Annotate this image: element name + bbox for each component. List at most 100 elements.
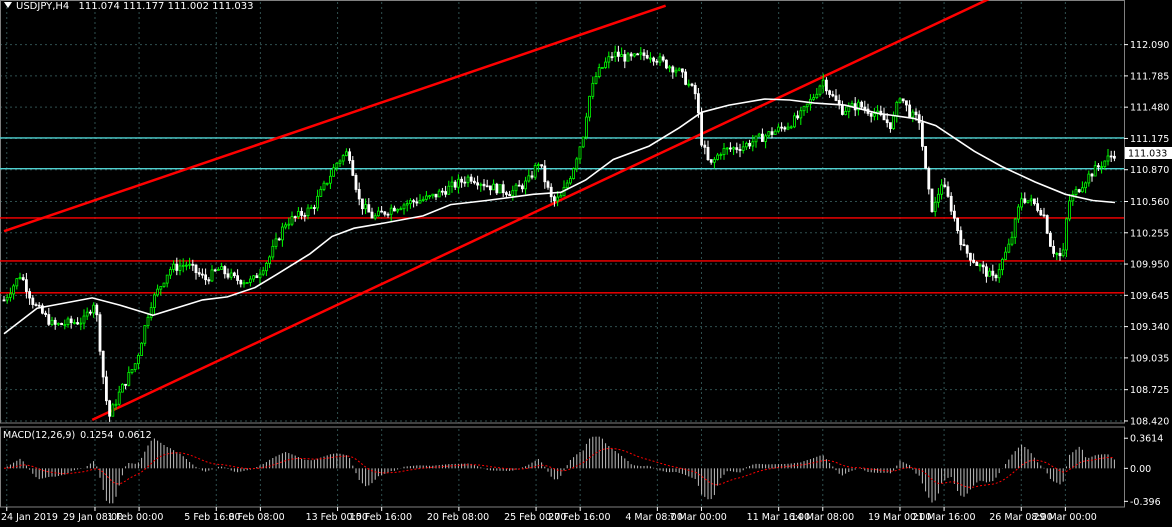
candle-body (306, 207, 310, 216)
candle-body (962, 244, 966, 247)
candle-body (911, 111, 915, 118)
candle-body (57, 322, 60, 325)
x-tick-label: 8 Feb 08:00 (228, 512, 284, 523)
candle-body (690, 83, 694, 86)
candle-body (149, 307, 153, 318)
candle-body (537, 164, 540, 167)
candle-body (460, 178, 464, 183)
candle-body (415, 201, 419, 204)
candle-body (514, 184, 518, 192)
macd-header: MACD(12,26,9) 0.1254 0.0612 (3, 430, 157, 441)
y-tick-label: 109.340 (1130, 322, 1169, 333)
macd-y-tick-label: -0.396 (1130, 497, 1161, 508)
candle-body (316, 195, 320, 209)
candle-body (828, 90, 831, 95)
candle-body (92, 304, 95, 314)
candle-body (229, 272, 233, 278)
candle-body (354, 174, 358, 190)
candle-body (213, 269, 217, 272)
candle-body (95, 304, 99, 316)
candle-body (252, 275, 256, 280)
candle-body (245, 282, 249, 284)
price-chart[interactable]: 112.090 111.785 111.480 111.175 110.870 110.5… (0, 0, 1172, 527)
candle-body (681, 68, 684, 73)
y-tick-label: 111.785 (1130, 71, 1169, 82)
candle-body (2, 299, 6, 302)
candle-body (937, 193, 940, 203)
candle-body (585, 116, 588, 138)
candle-body (620, 54, 623, 57)
candle-body (309, 207, 313, 209)
candle-body (572, 168, 575, 179)
candle-body (226, 273, 230, 278)
dropdown-triangle-icon[interactable] (4, 2, 12, 8)
candle-body (140, 342, 144, 356)
candle-body (159, 286, 163, 290)
candle-body (812, 97, 815, 100)
candle-body (716, 154, 719, 160)
candle-body (392, 207, 396, 212)
x-tick-label: 7 Mar 00:00 (669, 512, 726, 523)
candle-body (328, 175, 332, 184)
candle-body (469, 176, 473, 182)
candle-body (991, 270, 995, 276)
candle-body (376, 210, 380, 217)
candle-body (396, 209, 400, 212)
candle-body (815, 93, 819, 98)
candle-body (975, 262, 979, 266)
candle-body (1077, 189, 1081, 193)
candle-body (559, 195, 563, 198)
candle-body (69, 318, 73, 324)
candle-body (293, 216, 297, 218)
candle-body (924, 146, 927, 169)
candle-body (108, 400, 111, 417)
candle-body (933, 201, 937, 212)
x-tick-label: 27 Feb 16:00 (548, 512, 610, 523)
candle-body (703, 144, 707, 148)
candle-body (12, 285, 16, 295)
candle-body (642, 52, 646, 56)
candle-body (540, 164, 543, 167)
candle-body (1055, 252, 1059, 255)
candle-body (85, 311, 89, 317)
candle-body (1001, 258, 1004, 271)
candle-body (581, 136, 585, 148)
candle-body (959, 230, 963, 245)
macd-label: MACD(12,26,9) (3, 430, 76, 441)
candle-body (357, 189, 361, 200)
candle-body (232, 272, 236, 277)
candle-body (31, 297, 35, 305)
candle-body (546, 181, 550, 188)
candle-body (434, 193, 438, 198)
candle-body (527, 175, 531, 182)
y-tick-label: 108.420 (1130, 416, 1169, 427)
candle-body (617, 51, 620, 57)
x-tick-label: 15 Feb 16:00 (350, 512, 412, 523)
candle-body (732, 147, 735, 150)
candle-body (261, 270, 265, 275)
candle-body (1010, 236, 1014, 245)
candle-body (921, 122, 924, 147)
candle-body (121, 383, 124, 393)
candle-body (978, 264, 982, 267)
candle-body (236, 275, 240, 281)
candle-body (645, 55, 649, 59)
candle-body (898, 98, 902, 103)
candle-body (953, 210, 956, 219)
candle-body (216, 268, 220, 271)
candle-body (1081, 187, 1084, 193)
candle-body (767, 131, 771, 137)
y-tick-label: 110.560 (1130, 197, 1169, 208)
candle-body (162, 282, 166, 287)
candle-body (943, 184, 947, 188)
candle-body (1106, 155, 1110, 162)
candle-body (130, 369, 134, 373)
candle-body (748, 142, 751, 147)
candle-body (476, 182, 480, 186)
candle-body (5, 296, 9, 301)
candle-body (79, 322, 83, 325)
candle-body (623, 54, 627, 62)
candle-body (594, 76, 598, 84)
candle-body (761, 133, 764, 142)
candle-body (21, 277, 25, 281)
